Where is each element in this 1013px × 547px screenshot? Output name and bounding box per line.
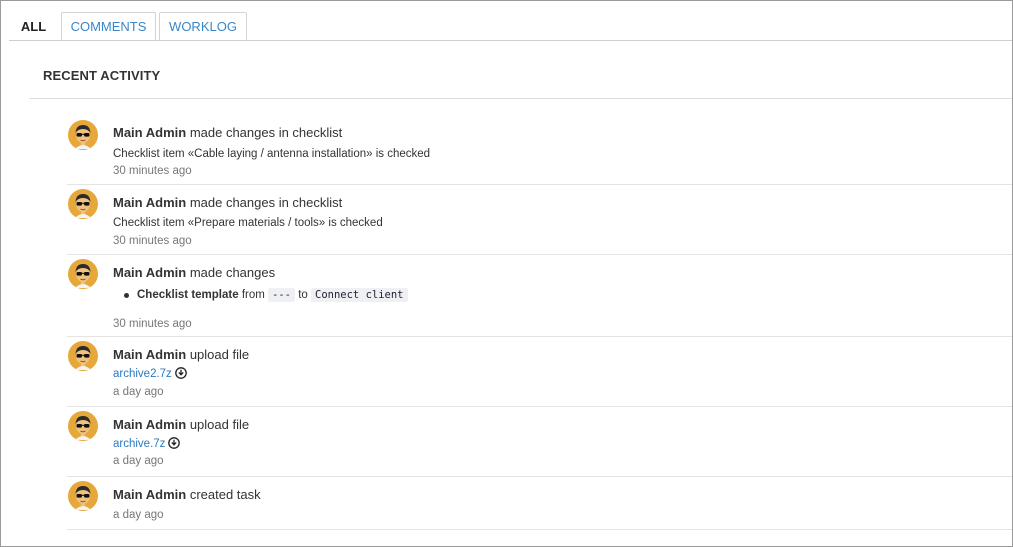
section-divider — [29, 98, 1012, 99]
file-row: archive2.7z — [113, 367, 1012, 382]
tabs-divider — [9, 40, 1012, 41]
from-word: from — [241, 289, 265, 301]
file-link[interactable]: archive.7z — [113, 438, 165, 450]
avatar-icon — [68, 189, 98, 219]
bullet-icon — [124, 293, 129, 298]
user-name: Main Admin — [113, 347, 187, 362]
download-icon[interactable] — [174, 367, 187, 379]
activity-body: Main Admin made changes Checklist templa… — [113, 265, 1012, 332]
activity-item: Main Admin created task a day ago — [67, 477, 1012, 530]
user-name: Main Admin — [113, 487, 187, 502]
activity-tabs: ALL COMMENTS WORKLOG — [9, 12, 1012, 42]
activity-time: a day ago — [113, 455, 164, 467]
tab-comments[interactable]: COMMENTS — [61, 12, 156, 41]
activity-detail: Checklist item «Prepare materials / tool… — [113, 217, 383, 229]
activity-time: a day ago — [113, 386, 164, 398]
activity-detail: Checklist item «Cable laying / antenna i… — [113, 148, 431, 160]
file-row: archive.7z — [113, 437, 1012, 452]
user-name: Main Admin — [113, 195, 187, 210]
avatar-icon — [68, 120, 98, 150]
activity-action: made changes in checklist — [189, 195, 343, 210]
user-name: Main Admin — [113, 125, 187, 140]
section-title: RECENT ACTIVITY — [43, 68, 161, 83]
activity-item: Main Admin upload file archive.7z a day … — [67, 407, 1012, 477]
activity-time: 30 minutes ago — [113, 165, 192, 177]
activity-time: 30 minutes ago — [113, 318, 192, 330]
activity-body: Main Admin made changes in checklist Che… — [113, 195, 1012, 249]
avatar-icon — [68, 481, 98, 511]
activity-item: Main Admin upload file archive2.7z a day… — [67, 337, 1012, 407]
activity-item: Main Admin made changes Checklist templa… — [67, 255, 1012, 337]
activity-title: Main Admin upload file — [113, 417, 1012, 433]
activity-title: Main Admin made changes — [113, 265, 1012, 281]
tab-all[interactable]: ALL — [9, 12, 58, 42]
change-list-item: Checklist template from --- to Connect c… — [123, 286, 1012, 304]
activity-action: made changes — [189, 265, 276, 280]
activity-body: Main Admin made changes in checklist Che… — [113, 125, 1012, 179]
avatar-icon — [68, 259, 98, 289]
download-icon[interactable] — [168, 437, 181, 449]
new-value: Connect client — [311, 288, 408, 302]
activity-action: upload file — [189, 347, 250, 362]
activity-action: made changes in checklist — [189, 125, 343, 140]
activity-time: 30 minutes ago — [113, 235, 192, 247]
user-name: Main Admin — [113, 417, 187, 432]
activity-title: Main Admin upload file — [113, 347, 1012, 363]
activity-time: a day ago — [113, 509, 164, 521]
activity-title: Main Admin created task — [113, 487, 1012, 503]
activity-title: Main Admin made changes in checklist — [113, 125, 1012, 141]
old-value: --- — [268, 288, 295, 302]
activity-body: Main Admin created task a day ago — [113, 487, 1012, 523]
activity-body: Main Admin upload file archive2.7z a day… — [113, 347, 1012, 400]
activity-action: upload file — [189, 417, 250, 432]
activity-action: created task — [189, 487, 261, 502]
changed-field: Checklist template — [137, 289, 239, 301]
tab-worklog[interactable]: WORKLOG — [159, 12, 247, 41]
file-link[interactable]: archive2.7z — [113, 368, 172, 380]
activity-panel: ALL COMMENTS WORKLOG RECENT ACTIVITY Mai… — [0, 0, 1013, 547]
avatar-icon — [68, 411, 98, 441]
activity-body: Main Admin upload file archive.7z a day … — [113, 417, 1012, 469]
activity-title: Main Admin made changes in checklist — [113, 195, 1012, 211]
activity-item: Main Admin made changes in checklist Che… — [67, 116, 1012, 185]
activity-item: Main Admin made changes in checklist Che… — [67, 185, 1012, 255]
to-word: to — [298, 289, 308, 301]
avatar-icon — [68, 341, 98, 371]
user-name: Main Admin — [113, 265, 187, 280]
